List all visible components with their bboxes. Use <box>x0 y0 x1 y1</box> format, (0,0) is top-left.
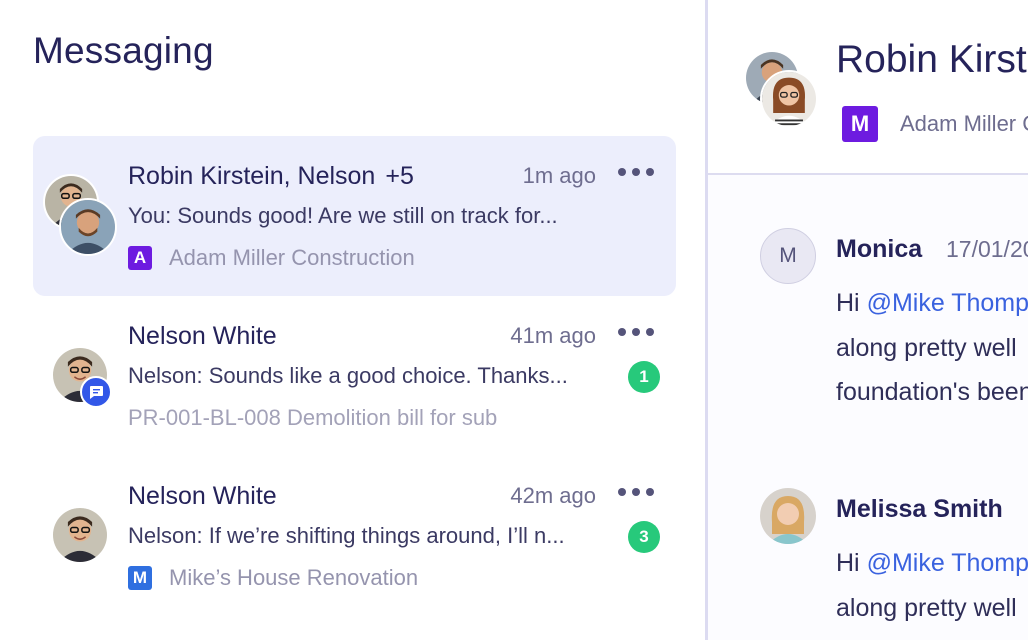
avatar <box>760 70 818 128</box>
avatar: M <box>760 228 816 284</box>
thread-title: Robin Kirstein, Nelson <box>836 38 1028 81</box>
mention-link[interactable]: @Mike Thompson <box>867 549 1028 577</box>
avatar <box>760 488 816 544</box>
project-name: PR-001-BL-008 Demolition bill for sub <box>128 405 498 430</box>
message-item: M Monica 17/01/2024 Hi @Mike Thompson al… <box>708 228 1028 428</box>
conversation-time: 42m ago <box>510 483 596 508</box>
project-name: Adam Miller Construction <box>900 111 1028 136</box>
message-line: Hi @Mike Thompson <box>836 289 1028 318</box>
conversation-list-panel: Messaging Robin Kirstein, Nelson +5 1m ag… <box>0 0 705 640</box>
message-line: along pretty well <box>836 334 1017 362</box>
thread-header: Robin Kirstein, Nelson M Adam Miller Con… <box>708 0 1028 175</box>
unread-count-badge: 1 <box>628 361 660 393</box>
conversation-thread-panel: Robin Kirstein, Nelson M Adam Miller Con… <box>708 0 1028 640</box>
conversation-time: 41m ago <box>510 323 596 348</box>
conversation-name: Nelson White <box>128 482 277 510</box>
message-line: Hi @Mike Thompson <box>836 549 1028 578</box>
conversation-item-robin-kirstein[interactable]: Robin Kirstein, Nelson +5 1m ago You: Sou… <box>33 136 676 296</box>
conversation-project: M Mike’s House Renovation <box>128 565 418 591</box>
conversation-name: Robin Kirstein, Nelson +5 <box>128 162 414 190</box>
conversation-project: PR-001-BL-008 Demolition bill for sub <box>128 405 497 431</box>
more-horizontal-icon[interactable] <box>618 160 654 184</box>
more-horizontal-icon[interactable] <box>618 320 654 344</box>
project-letter-badge: A <box>128 246 152 270</box>
more-horizontal-icon[interactable] <box>618 480 654 504</box>
mention-link[interactable]: @Mike Thompson <box>867 289 1028 317</box>
conversation-item-nelson-white[interactable]: Nelson White 41m ago Nelson: Sounds like… <box>33 296 676 456</box>
page-title: Messaging <box>33 30 214 71</box>
message-line: foundation's been <box>836 378 1028 406</box>
conversation-project: A Adam Miller Construction <box>128 245 415 271</box>
chat-bubble-icon <box>80 376 112 408</box>
message-item: Melissa Smith Hi @Mike Thompson along pr… <box>708 488 1028 640</box>
conversation-preview: You: Sounds good! Are we still on track … <box>128 203 558 228</box>
message-author: Melissa Smith <box>836 495 1003 523</box>
conversation-preview: Nelson: Sounds like a good choice. Thank… <box>128 363 568 388</box>
avatar <box>59 198 117 256</box>
conversation-name: Nelson White <box>128 322 277 350</box>
unread-count-badge: 3 <box>628 521 660 553</box>
message-date: 17/01/2024 <box>946 236 1028 262</box>
project-name: Mike’s House Renovation <box>169 565 419 590</box>
message-author: Monica <box>836 235 923 263</box>
project-name: Adam Miller Construction <box>169 245 415 270</box>
conversation-time: 1m ago <box>522 163 596 188</box>
message-line: along pretty well <box>836 594 1017 622</box>
project-letter-badge: M <box>128 566 152 590</box>
project-letter-badge: M <box>842 106 878 142</box>
conversation-item-nelson-white-2[interactable]: Nelson White 42m ago Nelson: If we’re sh… <box>33 456 676 616</box>
avatar <box>51 506 109 564</box>
participant-count: +5 <box>385 162 414 190</box>
conversation-preview: Nelson: If we’re shifting things around,… <box>128 523 565 548</box>
thread-project: M Adam Miller Construction <box>842 106 1028 142</box>
